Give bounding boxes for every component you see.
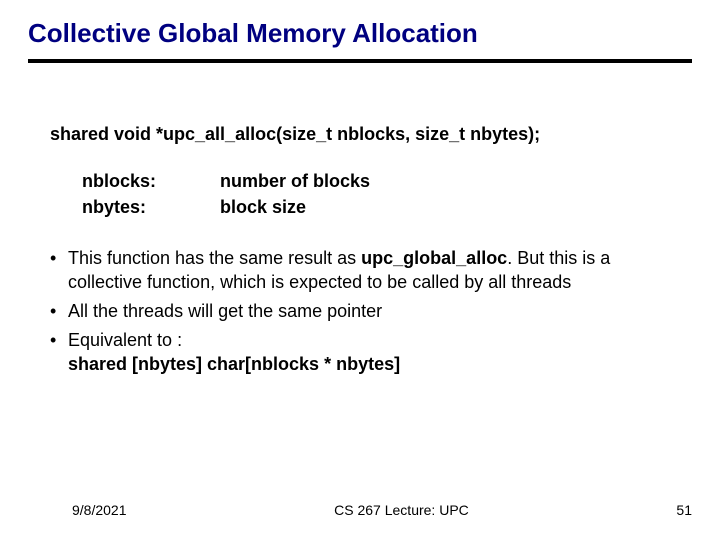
bullet-item: • This function has the same result as u… xyxy=(50,247,682,294)
bullet-item: • All the threads will get the same poin… xyxy=(50,300,682,323)
bullet-text: Equivalent to : shared [nbytes] char[nbl… xyxy=(68,329,682,376)
param-name: nblocks: xyxy=(82,170,192,193)
footer-page: 51 xyxy=(676,502,692,518)
footer: 9/8/2021 CS 267 Lecture: UPC 51 xyxy=(0,502,720,518)
slide: Collective Global Memory Allocation shar… xyxy=(0,0,720,540)
param-table: nblocks: number of blocks nbytes: block … xyxy=(82,170,682,219)
bold-text: upc_global_alloc xyxy=(361,248,507,268)
bullet-list: • This function has the same result as u… xyxy=(50,247,682,376)
footer-center: CS 267 Lecture: UPC xyxy=(334,502,469,518)
slide-title: Collective Global Memory Allocation xyxy=(28,18,692,49)
text: Equivalent to : xyxy=(68,330,182,350)
footer-date: 9/8/2021 xyxy=(72,502,127,518)
title-rule xyxy=(28,59,692,63)
param-name: nbytes: xyxy=(82,196,192,219)
slide-body: shared void *upc_all_alloc(size_t nblock… xyxy=(28,123,692,376)
bullet-dot: • xyxy=(50,329,68,376)
bullet-dot: • xyxy=(50,300,68,323)
text: This function has the same result as xyxy=(68,248,361,268)
param-desc: block size xyxy=(220,196,682,219)
bullet-dot: • xyxy=(50,247,68,294)
bold-text: shared [nbytes] char[nblocks * nbytes] xyxy=(68,354,400,374)
bullet-item: • Equivalent to : shared [nbytes] char[n… xyxy=(50,329,682,376)
function-signature: shared void *upc_all_alloc(size_t nblock… xyxy=(50,123,682,146)
bullet-text: This function has the same result as upc… xyxy=(68,247,682,294)
param-desc: number of blocks xyxy=(220,170,682,193)
bullet-text: All the threads will get the same pointe… xyxy=(68,300,682,323)
